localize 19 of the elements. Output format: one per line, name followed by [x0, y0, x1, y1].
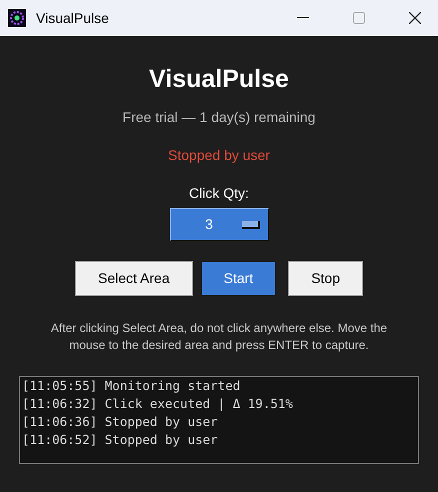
status-text: Stopped by user	[168, 146, 270, 165]
minimize-icon	[297, 17, 309, 19]
trial-text: Free trial — 1 day(s) remaining	[122, 108, 316, 127]
app-icon	[8, 9, 26, 27]
action-button[interactable]: Stop	[288, 261, 363, 296]
click-qty-label: Click Qty:	[189, 184, 249, 203]
instructions-text: After clicking Select Area, do not click anywhere else. Move the mouse to the desired area and press ENTER to capture.	[50, 320, 388, 354]
click-qty-spinbox[interactable]: 3	[170, 208, 268, 241]
log-line: [11:06:32] Click executed | Δ 19.51%	[22, 395, 294, 413]
log-line: [11:06:52] Stopped by user	[22, 431, 219, 449]
maximize-icon	[353, 12, 365, 24]
action-button[interactable]: Select Area	[75, 261, 193, 296]
window-title: VisualPulse	[36, 8, 109, 28]
close-icon	[409, 12, 421, 24]
spin-handle-icon	[242, 220, 260, 228]
log-line: [11:06:36] Stopped by user	[22, 413, 219, 431]
log-line: [11:05:55] Monitoring started	[22, 377, 242, 395]
start-button[interactable]: Start	[200, 261, 276, 296]
app-heading: VisualPulse	[149, 64, 289, 95]
